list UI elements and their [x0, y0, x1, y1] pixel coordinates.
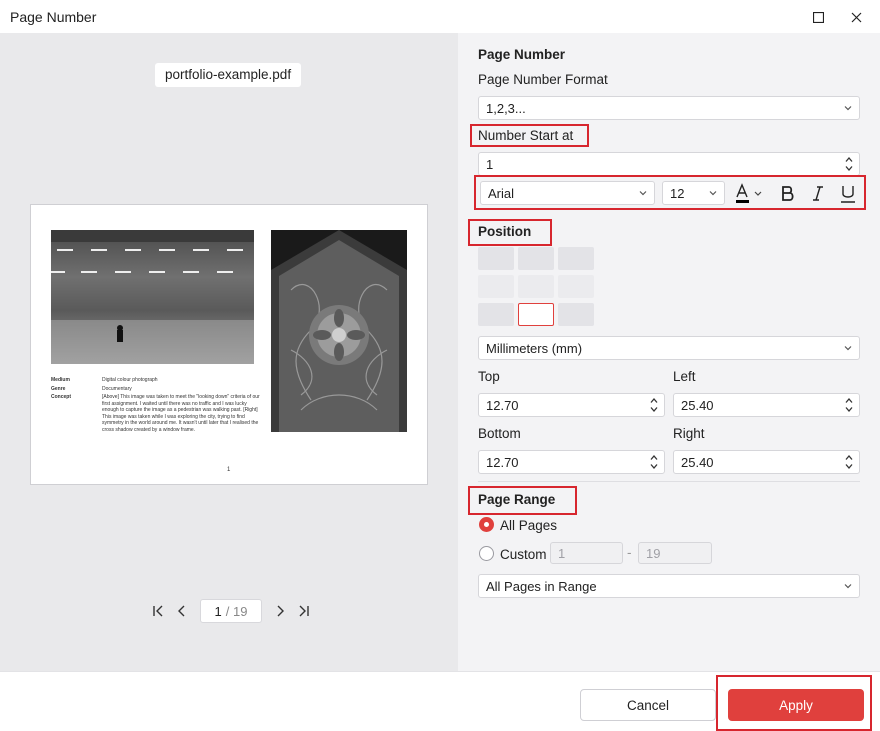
- chevron-down-icon: [844, 106, 852, 111]
- position-bottom-center[interactable]: [518, 303, 554, 326]
- page-preview: Medium Digital colour photograph Genre Doc…: [30, 204, 428, 485]
- start-label: Number Start at: [478, 128, 574, 143]
- custom-to-input[interactable]: 19: [638, 542, 712, 564]
- position-top-left[interactable]: [478, 247, 514, 270]
- custom-label: Custom: [500, 547, 547, 562]
- unit-select[interactable]: Millimeters (mm): [478, 336, 860, 360]
- position-middle-center[interactable]: [518, 275, 554, 298]
- top-label: Top: [478, 369, 500, 384]
- chevron-down-icon: [844, 584, 852, 589]
- stepper-icon[interactable]: [649, 397, 659, 413]
- font-select[interactable]: Arial: [480, 181, 655, 205]
- settings-pane: Page Number Page Number Format 1,2,3... …: [458, 33, 880, 671]
- bottom-margin-input[interactable]: 12.70: [478, 450, 665, 474]
- apply-button[interactable]: Apply: [728, 689, 864, 721]
- section-title: Page Number: [478, 47, 566, 62]
- position-top-right[interactable]: [558, 247, 594, 270]
- page-number-preview: 1: [227, 467, 231, 473]
- position-middle-left[interactable]: [478, 275, 514, 298]
- next-page-icon[interactable]: [268, 599, 292, 623]
- range-dash: -: [627, 545, 632, 560]
- file-name-label: portfolio-example.pdf: [155, 63, 302, 87]
- stepper-icon[interactable]: [844, 397, 854, 413]
- preview-pane: portfolio-example.pdf Medium Digital col…: [0, 33, 458, 671]
- position-label: Position: [478, 224, 532, 239]
- bottom-label: Bottom: [478, 426, 521, 441]
- maximize-icon[interactable]: [808, 7, 828, 27]
- last-page-icon[interactable]: [292, 599, 316, 623]
- page-input[interactable]: 1 / 19: [200, 599, 262, 623]
- total-pages: / 19: [225, 603, 248, 619]
- first-page-icon[interactable]: [146, 599, 170, 623]
- all-pages-radio[interactable]: [479, 517, 494, 532]
- format-select[interactable]: 1,2,3...: [478, 96, 860, 120]
- right-label: Right: [673, 426, 705, 441]
- close-icon[interactable]: [846, 7, 866, 27]
- underline-icon[interactable]: [838, 183, 858, 205]
- all-pages-label: All Pages: [500, 518, 558, 533]
- stepper-icon[interactable]: [844, 156, 854, 172]
- custom-radio[interactable]: [479, 546, 494, 561]
- font-size-select[interactable]: 12: [662, 181, 725, 205]
- window-title: Page Number: [10, 9, 97, 25]
- bold-icon[interactable]: [778, 183, 798, 205]
- subset-select[interactable]: All Pages in Range: [478, 574, 860, 598]
- stepper-icon[interactable]: [844, 454, 854, 470]
- chevron-down-icon: [639, 191, 647, 196]
- position-middle-right[interactable]: [558, 275, 594, 298]
- stepper-icon[interactable]: [649, 454, 659, 470]
- left-margin-input[interactable]: 25.40: [673, 393, 860, 417]
- left-label: Left: [673, 369, 696, 384]
- page-range-label: Page Range: [478, 492, 556, 507]
- previous-page-icon[interactable]: [170, 599, 194, 623]
- right-margin-input[interactable]: 25.40: [673, 450, 860, 474]
- title-bar: Page Number: [0, 0, 880, 33]
- custom-from-input[interactable]: 1: [550, 542, 623, 564]
- top-margin-input[interactable]: 12.70: [478, 393, 665, 417]
- divider: [478, 481, 860, 482]
- chevron-down-icon: [709, 191, 717, 196]
- position-top-center[interactable]: [518, 247, 554, 270]
- font-color-icon[interactable]: [734, 183, 766, 205]
- format-label: Page Number Format: [478, 72, 608, 87]
- position-bottom-left[interactable]: [478, 303, 514, 326]
- start-number-input[interactable]: 1: [478, 152, 860, 176]
- current-page: 1: [214, 603, 222, 619]
- chevron-down-icon: [844, 346, 852, 351]
- road-photo: [51, 230, 254, 364]
- dialog-footer: Cancel Apply: [0, 671, 880, 731]
- page-navigator: 1 / 19: [146, 599, 316, 623]
- cancel-button[interactable]: Cancel: [580, 689, 716, 721]
- position-bottom-right[interactable]: [558, 303, 594, 326]
- italic-icon[interactable]: [808, 183, 828, 205]
- carving-photo: [271, 230, 407, 432]
- photo-metadata: Medium Digital colour photograph Genre Doc…: [51, 377, 260, 433]
